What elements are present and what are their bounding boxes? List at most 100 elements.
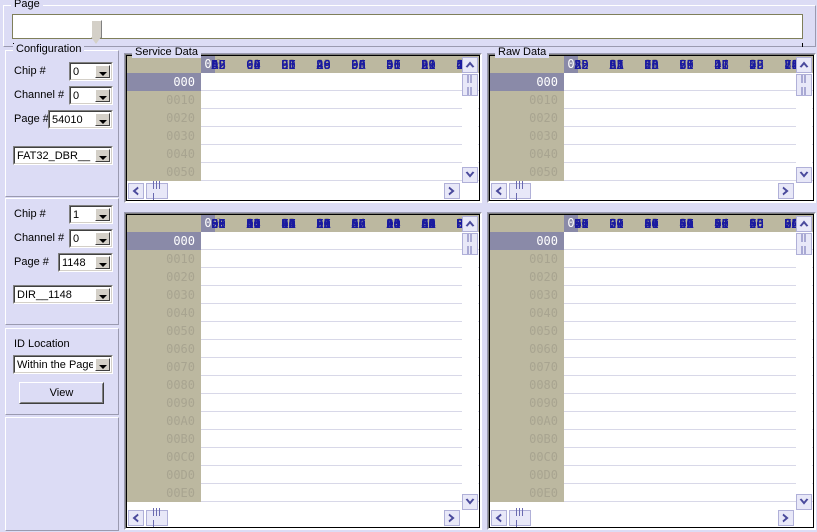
- scroll-down-icon[interactable]: [462, 494, 478, 510]
- table-row[interactable]: [564, 286, 813, 304]
- scroll-down-icon[interactable]: [796, 167, 812, 183]
- hex-byte-cell[interactable]: C2: [236, 56, 271, 74]
- vertical-scroll-thumb[interactable]: [462, 233, 478, 255]
- table-row[interactable]: [564, 448, 813, 466]
- table-row[interactable]: [201, 376, 479, 394]
- scroll-up-icon[interactable]: [796, 57, 812, 73]
- service-data-lower-row-address[interactable]: 0060: [127, 340, 201, 358]
- raw-data-lower-row-address[interactable]: 0070: [490, 358, 564, 376]
- hex-byte-cell[interactable]: DA: [634, 56, 669, 74]
- hex-byte-cell[interactable]: 1E: [704, 56, 739, 74]
- raw-data-lower-row-address[interactable]: 0080: [490, 376, 564, 394]
- table-row[interactable]: [564, 322, 813, 340]
- service-data-lower-row-address[interactable]: 0080: [127, 376, 201, 394]
- raw-data-lower-grid[interactable]: 0001020304050607080002E20202020202020200…: [490, 215, 813, 527]
- hex-byte-cell[interactable]: 49: [201, 56, 236, 74]
- scroll-right-icon[interactable]: [444, 510, 460, 526]
- service-data-lower-row-address[interactable]: 00D0: [127, 466, 201, 484]
- service-data-grid[interactable]: 00010203040506070809000AF00EF280000D666D…: [127, 56, 479, 200]
- hex-byte-cell[interactable]: 4C: [739, 215, 774, 233]
- raw-data-lower-row-address[interactable]: 0050: [490, 322, 564, 340]
- service-data-lower-row-address[interactable]: 0030: [127, 286, 201, 304]
- service-data-lower-row-address[interactable]: 0070: [127, 358, 201, 376]
- scroll-left-icon[interactable]: [491, 183, 507, 199]
- table-row[interactable]: [564, 304, 813, 322]
- hex-byte-cell[interactable]: 45: [704, 215, 739, 233]
- scroll-right-icon[interactable]: [778, 183, 794, 199]
- service-data-lower-grid[interactable]: 000102030405060708090000000EFEF000005233…: [127, 215, 479, 527]
- channel-combo[interactable]: 0: [69, 86, 113, 105]
- horizontal-scroll-thumb[interactable]: [509, 181, 531, 200]
- service-data-lower-row-address[interactable]: 0020: [127, 268, 201, 286]
- hex-byte-cell[interactable]: 32: [599, 215, 634, 233]
- table-row[interactable]: [564, 145, 813, 163]
- table-row[interactable]: [201, 394, 479, 412]
- service-data-lower-vertical-scrollbar[interactable]: [462, 216, 478, 510]
- hex-byte-cell[interactable]: 6D: [201, 215, 236, 233]
- raw-data-row-address[interactable]: 0010: [490, 91, 564, 109]
- hex-byte-cell[interactable]: 32: [411, 56, 446, 74]
- hex-byte-cell[interactable]: 65: [376, 56, 411, 74]
- vertical-scroll-thumb[interactable]: [462, 74, 478, 96]
- table-row[interactable]: [201, 232, 479, 250]
- service-data-lower-horizontal-scrollbar[interactable]: [128, 508, 478, 527]
- service-data-row-address[interactable]: 0040: [127, 145, 201, 163]
- table-row[interactable]: [201, 286, 479, 304]
- service-data-vertical-scrollbar[interactable]: [462, 57, 478, 183]
- hex-byte-cell[interactable]: 96: [306, 56, 341, 74]
- scroll-right-icon[interactable]: [444, 183, 460, 199]
- chevron-down-icon[interactable]: [95, 113, 110, 126]
- raw-data-vertical-scrollbar[interactable]: [796, 57, 812, 183]
- hex-byte-cell[interactable]: F1: [411, 215, 446, 233]
- horizontal-scroll-thumb[interactable]: [146, 181, 168, 200]
- hex-byte-cell[interactable]: 22: [341, 215, 376, 233]
- table-row[interactable]: [564, 73, 813, 91]
- raw-data-row-address[interactable]: 000: [490, 73, 564, 91]
- raw-data-lower-horizontal-scrollbar[interactable]: [491, 508, 812, 527]
- service-data-lower-row-address[interactable]: 0090: [127, 394, 201, 412]
- hex-byte-cell[interactable]: 54: [634, 215, 669, 233]
- raw-data-lower-row-address[interactable]: 0060: [490, 340, 564, 358]
- raw-data-row-address[interactable]: 0020: [490, 109, 564, 127]
- preset-combo[interactable]: FAT32_DBR__: [13, 146, 113, 165]
- raw-data-row-address[interactable]: 0040: [490, 145, 564, 163]
- service-data-lower-row-address[interactable]: 00B0: [127, 430, 201, 448]
- table-row[interactable]: [564, 127, 813, 145]
- chip-combo-2[interactable]: 1: [69, 205, 113, 224]
- channel-combo-2[interactable]: 0: [69, 229, 113, 248]
- service-data-lower-row-address[interactable]: 0010: [127, 250, 201, 268]
- vertical-scroll-thumb[interactable]: [796, 74, 812, 96]
- chevron-down-icon[interactable]: [95, 256, 110, 269]
- scroll-left-icon[interactable]: [491, 510, 507, 526]
- table-row[interactable]: [564, 430, 813, 448]
- page-trackbar[interactable]: [12, 14, 803, 44]
- raw-data-lower-row-address[interactable]: 0020: [490, 268, 564, 286]
- hex-byte-cell[interactable]: 93: [669, 56, 704, 74]
- scroll-up-icon[interactable]: [462, 57, 478, 73]
- chevron-down-icon[interactable]: [95, 288, 110, 301]
- service-data-lower-row-address[interactable]: 00A0: [127, 412, 201, 430]
- table-row[interactable]: [564, 466, 813, 484]
- table-row[interactable]: [201, 268, 479, 286]
- table-row[interactable]: [564, 484, 813, 502]
- table-row[interactable]: [201, 340, 479, 358]
- service-data-lower-row-address[interactable]: 000: [127, 232, 201, 250]
- table-row[interactable]: [201, 145, 479, 163]
- raw-data-lower-row-address[interactable]: 0090: [490, 394, 564, 412]
- hex-byte-cell[interactable]: 01: [376, 215, 411, 233]
- service-data-lower-row-address[interactable]: 0040: [127, 304, 201, 322]
- service-data-lower-row-address[interactable]: 00C0: [127, 448, 201, 466]
- chevron-down-icon[interactable]: [95, 149, 110, 162]
- raw-data-lower-row-address[interactable]: 00B0: [490, 430, 564, 448]
- raw-data-lower-row-address[interactable]: 0040: [490, 304, 564, 322]
- scroll-left-icon[interactable]: [128, 510, 144, 526]
- service-data-row-address[interactable]: 0050: [127, 163, 201, 181]
- view-button[interactable]: View: [19, 382, 104, 404]
- scroll-down-icon[interactable]: [796, 494, 812, 510]
- scroll-up-icon[interactable]: [796, 216, 812, 232]
- table-row[interactable]: [564, 268, 813, 286]
- hex-byte-cell[interactable]: 0D: [271, 56, 306, 74]
- id-location-combo[interactable]: Within the Page: [13, 355, 113, 374]
- raw-data-row-address[interactable]: 0030: [490, 127, 564, 145]
- table-row[interactable]: [201, 358, 479, 376]
